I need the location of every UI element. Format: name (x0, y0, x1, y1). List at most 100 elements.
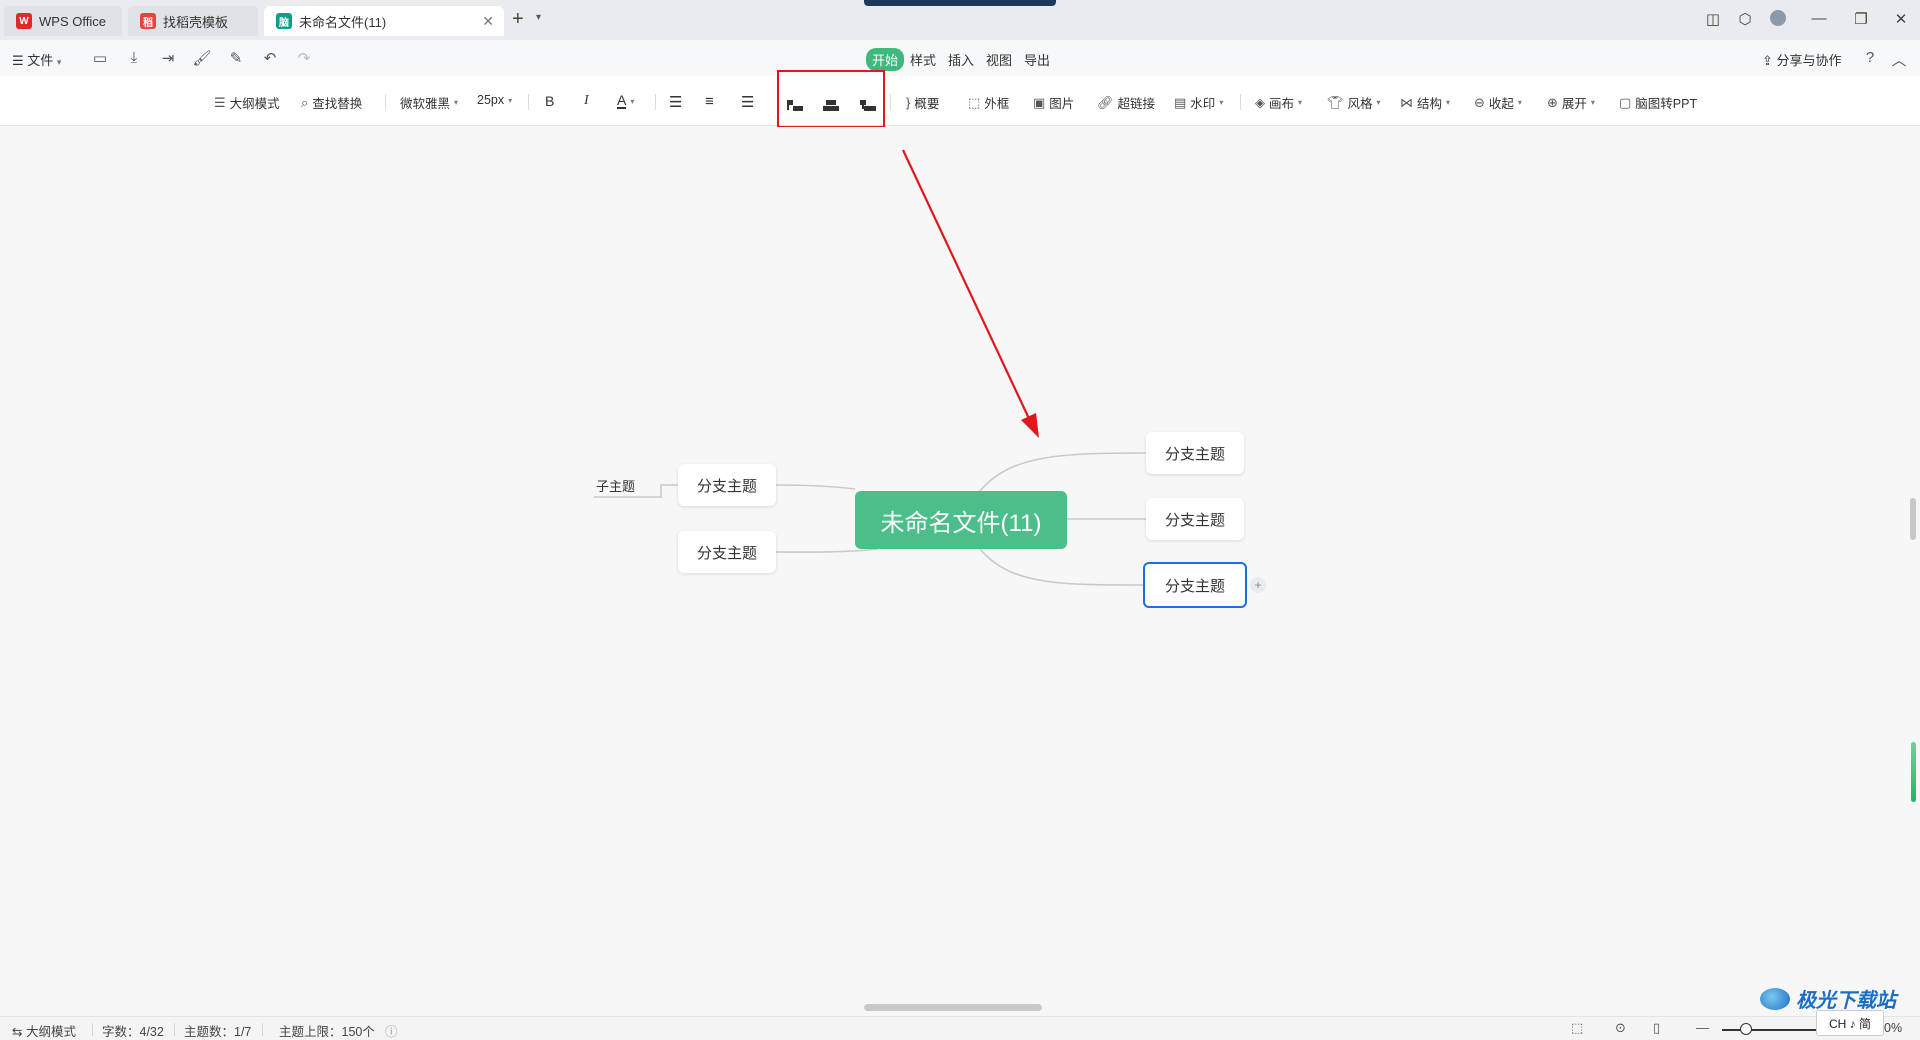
layout-icon[interactable]: ◫ (1703, 10, 1723, 28)
status-outline-mode[interactable]: ⇆ 大纲模式 (12, 1021, 76, 1040)
locate-icon[interactable]: ⊙ (1615, 1020, 1626, 1036)
chevron-down-icon: ▾ (1376, 98, 1381, 107)
divider (92, 1023, 93, 1036)
outline-mode-button[interactable]: ☰ 大纲模式 (214, 93, 280, 112)
structure-icon: ⋈ (1400, 94, 1413, 110)
tab-label: 找稻壳模板 (163, 14, 229, 30)
watermark-label: 水印 (1190, 97, 1216, 111)
collapse-icon: ⊖ (1474, 94, 1485, 110)
file-menu[interactable]: ☰ 文件 ▾ (12, 50, 61, 69)
branch-topic-selected[interactable]: 分支主题 (1143, 562, 1247, 608)
export-icon[interactable]: ⇥ (158, 49, 178, 67)
structure-button[interactable]: ⋈ 结构 ▾ (1400, 93, 1450, 112)
bold-button[interactable]: B (545, 93, 554, 109)
chevron-down-icon: ▾ (508, 95, 513, 105)
mindmap-file-icon: 脑 (276, 13, 292, 29)
tab-start[interactable]: 开始 (866, 48, 905, 71)
help-icon[interactable]: ? (1860, 49, 1880, 66)
frame-button[interactable]: ⬚ 外框 (968, 93, 1009, 112)
format-painter-icon[interactable]: 🖌 (192, 49, 212, 67)
vertical-scrollbar[interactable] (1910, 498, 1916, 540)
branch-topic[interactable]: 分支主题 (678, 464, 776, 506)
summary-button[interactable]: } 概要 (906, 93, 939, 112)
restore-icon[interactable]: ❐ (1851, 10, 1871, 28)
undo-icon[interactable]: ↶ (260, 49, 280, 67)
italic-label: I (584, 93, 589, 108)
topic-count: 主题数：1/7 (184, 1025, 252, 1039)
map-icon[interactable]: ▯ (1653, 1020, 1660, 1036)
watermark-text: 极光下载站 (1796, 990, 1896, 1012)
redo-icon[interactable]: ↷ (294, 49, 314, 67)
tab-mindmap-file[interactable]: 脑 未命名文件(11) ✕ (264, 6, 504, 36)
branch-topic[interactable]: 分支主题 (678, 531, 776, 573)
menu-bar: ☰ 文件 ▾ ▭ ⤓ ⇥ 🖌 ✎ ↶ ↷ 开始 样式 插入 视图 导出 ⇪ 分享… (0, 40, 1920, 76)
divider (528, 94, 529, 110)
frame-icon: ⬚ (968, 94, 981, 110)
ime-indicator[interactable]: CH ♪ 简 (1816, 1010, 1884, 1036)
font-color-label: A (617, 92, 627, 109)
collapse-button[interactable]: ⊖ 收起 ▾ (1474, 93, 1522, 112)
branch-topic[interactable]: 分支主题 (1146, 432, 1244, 474)
style-button[interactable]: 👕︎ 风格 ▾ (1327, 93, 1381, 112)
window-drag-handle[interactable] (864, 0, 1056, 6)
divider (655, 94, 656, 110)
avatar[interactable] (1768, 10, 1788, 30)
font-size-select[interactable]: 25px ▾ (477, 93, 512, 107)
divider (385, 94, 386, 110)
font-color-button[interactable]: A ▾ (617, 93, 634, 109)
title-bar: W WPS Office 稻 找稻壳模板 脑 未命名文件(11) ✕ + ▾ ◫… (0, 0, 1920, 40)
fit-screen-icon[interactable]: ⬚ (1571, 1020, 1583, 1036)
download-icon[interactable]: ⤓ (124, 49, 144, 66)
minimize-icon[interactable]: — (1809, 10, 1829, 27)
align-center-icon[interactable]: ≡ (705, 93, 714, 110)
divider (174, 1023, 175, 1036)
horizontal-scrollbar[interactable] (864, 1004, 1042, 1011)
tab-export[interactable]: 导出 (1018, 48, 1056, 71)
chevron-up-icon[interactable]: ︿ (1889, 49, 1909, 70)
chevron-down-icon: ▾ (56, 57, 62, 67)
search-icon: ⌕ (301, 94, 309, 110)
subtopic[interactable]: 子主题 (596, 476, 635, 495)
align-right-icon[interactable]: ☰ (741, 93, 754, 111)
menu-icon: ☰ (12, 53, 24, 68)
find-replace-label: 查找替换 (312, 97, 363, 111)
close-tab-icon[interactable]: ✕ (482, 13, 494, 30)
new-tab-icon[interactable]: + (512, 9, 524, 29)
hyperlink-button[interactable]: 🔗︎ 超链接 (1097, 93, 1155, 112)
info-icon[interactable]: ⓘ (385, 1021, 398, 1040)
side-progress-indicator (1911, 742, 1916, 802)
central-topic[interactable]: 未命名文件(11) (855, 491, 1067, 549)
chevron-down-icon: ▾ (1517, 98, 1522, 107)
find-replace-button[interactable]: ⌕ 查找替换 (301, 93, 362, 112)
tab-wps-office[interactable]: W WPS Office (4, 6, 122, 36)
chevron-down-icon[interactable]: ▾ (536, 12, 541, 23)
file-menu-label: 文件 (27, 53, 54, 68)
tab-style[interactable]: 样式 (904, 48, 942, 71)
watermark-button[interactable]: ▤ 水印 ▾ (1174, 93, 1223, 112)
tab-docer-templates[interactable]: 稻 找稻壳模板 (128, 6, 258, 36)
shirt-icon: 👕︎ (1327, 94, 1344, 110)
add-topic-icon[interactable]: + (1250, 577, 1266, 593)
zoom-slider-handle[interactable] (1740, 1023, 1752, 1035)
tab-label: 未命名文件(11) (299, 14, 387, 30)
close-window-icon[interactable]: ✕ (1891, 10, 1911, 28)
font-name-select[interactable]: 微软雅黑 ▾ (400, 93, 458, 112)
save-icon[interactable]: ▭ (90, 49, 110, 67)
to-ppt-button[interactable]: ▢ 脑图转PPT (1619, 93, 1697, 112)
collapse-label: 收起 (1488, 97, 1514, 111)
site-watermark: 极光下载站 (1760, 984, 1896, 1013)
mindmap-canvas[interactable] (0, 127, 1920, 1001)
cube-icon[interactable]: ⬡ (1735, 10, 1755, 28)
style-label: 风格 (1347, 97, 1373, 111)
canvas-button[interactable]: ◈ 画布 ▾ (1255, 93, 1302, 112)
italic-button[interactable]: I (584, 93, 589, 109)
align-left-icon[interactable]: ☰ (669, 93, 682, 111)
tab-insert[interactable]: 插入 (942, 48, 980, 71)
share-button[interactable]: ⇪ 分享与协作 (1762, 50, 1842, 69)
image-button[interactable]: ▣ 图片 (1033, 93, 1074, 112)
expand-button[interactable]: ⊕ 展开 ▾ (1547, 93, 1595, 112)
zoom-out-icon[interactable]: — (1696, 1020, 1709, 1035)
branch-topic[interactable]: 分支主题 (1146, 498, 1244, 540)
tab-view[interactable]: 视图 (980, 48, 1018, 71)
pen-icon[interactable]: ✎ (226, 49, 246, 67)
